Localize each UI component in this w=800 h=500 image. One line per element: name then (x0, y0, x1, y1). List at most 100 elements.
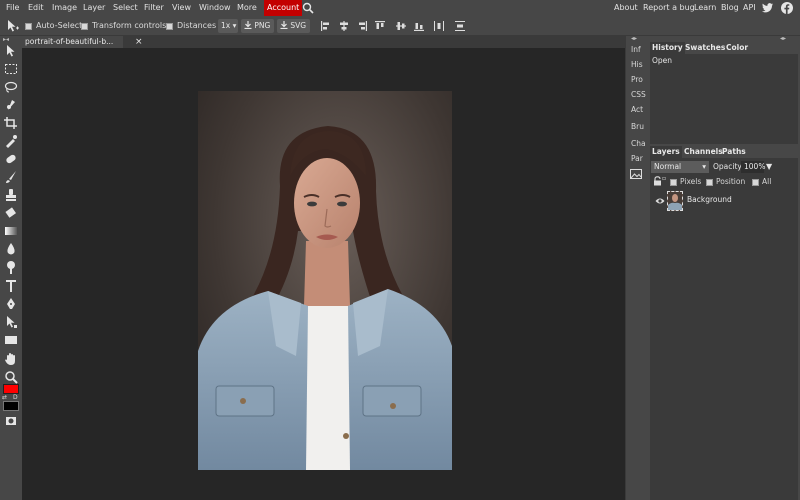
eye-icon[interactable] (655, 197, 665, 205)
link-learn[interactable]: Learn (694, 0, 716, 16)
image-panel-icon[interactable] (630, 169, 642, 179)
expand-arrows-icon[interactable]: ◂▸ (631, 35, 637, 42)
info-panel-button[interactable]: Inf (631, 45, 641, 54)
history-item[interactable]: Open (652, 56, 672, 65)
svg-label: SVG (290, 21, 307, 30)
menu-account[interactable]: Account (264, 0, 303, 16)
menu-edit[interactable]: Edit (28, 0, 44, 16)
layer-row[interactable]: Background (650, 189, 798, 213)
zoom-select[interactable]: 1x ▾ (218, 19, 238, 33)
layers-panel: Normal ▾ Opacity: 100% ▼ ▫ Pixels Positi… (650, 158, 798, 500)
close-tab-icon[interactable]: × (135, 36, 143, 48)
history-panel-button[interactable]: His (631, 60, 643, 69)
align-center-icon[interactable] (339, 21, 349, 33)
tools-panel: ▸◂ ⇄ D (0, 36, 22, 500)
menu-file[interactable]: File (6, 0, 19, 16)
type-tool-icon[interactable] (3, 279, 19, 293)
menu-more[interactable]: More (237, 0, 257, 16)
align-bottom-icon[interactable] (414, 21, 424, 33)
blur-tool-icon[interactable] (3, 242, 19, 256)
link-blog[interactable]: Blog (721, 0, 739, 16)
eraser-tool-icon[interactable] (3, 206, 19, 220)
align-right-icon[interactable] (357, 21, 367, 33)
search-icon[interactable] (302, 2, 314, 14)
align-top-icon[interactable] (375, 21, 385, 33)
opacity-dropdown-icon[interactable]: ▼ (766, 161, 772, 173)
panel-collapse-icon[interactable]: ◂▸ (780, 35, 786, 42)
actions-panel-button[interactable]: Act (631, 105, 643, 114)
tab-layers[interactable]: Layers (650, 146, 682, 158)
default-colors-icon[interactable]: D (13, 394, 18, 401)
blend-mode-value: Normal (654, 162, 682, 171)
move-tool-icon[interactable] (6, 19, 20, 33)
brush-panel-button[interactable]: Bru (631, 122, 644, 131)
lock-position-checkbox[interactable] (706, 178, 713, 187)
export-svg-button[interactable]: SVG (277, 19, 310, 33)
blend-mode-select[interactable]: Normal ▾ (651, 161, 709, 173)
character-panel-button[interactable]: Cha (631, 139, 646, 148)
align-middle-icon[interactable] (396, 21, 406, 33)
dodge-tool-icon[interactable] (3, 260, 19, 274)
link-about[interactable]: About (614, 0, 638, 16)
distances-label: Distances (177, 21, 217, 30)
auto-select-label: Auto-Select (36, 21, 83, 30)
lasso-tool-icon[interactable] (3, 80, 19, 94)
tab-paths[interactable]: Paths (720, 146, 748, 158)
quick-select-tool-icon[interactable] (3, 98, 19, 112)
canvas-area[interactable] (22, 48, 625, 500)
clone-stamp-tool-icon[interactable] (3, 188, 19, 202)
foreground-color-swatch[interactable] (3, 384, 19, 394)
lock-pixels-label: Pixels (680, 177, 702, 186)
lock-all-checkbox[interactable] (752, 178, 759, 187)
tab-history[interactable]: History (650, 42, 685, 54)
auto-select-checkbox[interactable] (25, 22, 32, 31)
menu-window[interactable]: Window (199, 0, 231, 16)
css-panel-button[interactable]: CSS (631, 90, 646, 99)
eyedropper-tool-icon[interactable] (3, 134, 19, 148)
properties-panel-button[interactable]: Pro (631, 75, 643, 84)
pen-tool-icon[interactable] (3, 297, 19, 311)
path-select-tool-icon[interactable] (3, 315, 19, 329)
distribute-vertical-icon[interactable] (455, 21, 465, 33)
menu-filter[interactable]: Filter (144, 0, 164, 16)
move-tool-icon[interactable] (3, 44, 19, 58)
tab-swatches[interactable]: Swatches (683, 42, 727, 54)
menu-layer[interactable]: Layer (83, 0, 105, 16)
paragraph-panel-button[interactable]: Par (631, 154, 643, 163)
tab-channels[interactable]: Channels (682, 146, 725, 158)
distribute-horizontal-icon[interactable] (434, 21, 444, 33)
layer-name: Background (687, 195, 732, 204)
gradient-tool-icon[interactable] (3, 224, 19, 238)
collapse-arrows-icon[interactable]: ▸◂ (3, 36, 9, 43)
chevron-down-icon: ▾ (702, 162, 706, 171)
menu-image[interactable]: Image (52, 0, 77, 16)
zoom-tool-icon[interactable] (3, 370, 19, 384)
crop-tool-icon[interactable] (3, 116, 19, 130)
menu-select[interactable]: Select (113, 0, 138, 16)
options-bar: Auto-Select Transform controls Distances… (0, 16, 800, 36)
menu-view[interactable]: View (172, 0, 191, 16)
tab-color[interactable]: Color (724, 42, 750, 54)
swap-colors-icon[interactable]: ⇄ (2, 394, 7, 401)
lock-pixels-checkbox[interactable] (670, 178, 677, 187)
hand-tool-icon[interactable] (3, 352, 19, 366)
quick-mask-icon[interactable] (3, 414, 19, 428)
brush-tool-icon[interactable] (3, 170, 19, 184)
background-color-swatch[interactable] (3, 401, 19, 411)
marquee-tool-icon[interactable] (3, 62, 19, 76)
canvas-image[interactable] (198, 91, 452, 470)
document-tab[interactable]: portrait-of-beautiful-b... (22, 36, 123, 48)
link-api[interactable]: API (743, 0, 756, 16)
align-left-icon[interactable] (321, 21, 331, 33)
transform-controls-checkbox[interactable] (81, 22, 88, 31)
opacity-input[interactable]: 100% (741, 161, 765, 173)
lock-transparency-icon[interactable]: ▫ (662, 175, 666, 182)
export-png-button[interactable]: PNG (241, 19, 274, 33)
link-report-bug[interactable]: Report a bug (643, 0, 695, 16)
rectangle-tool-icon[interactable] (3, 333, 19, 347)
facebook-icon[interactable] (781, 2, 793, 14)
download-icon (244, 21, 252, 30)
twitter-icon[interactable] (762, 3, 773, 13)
healing-brush-tool-icon[interactable] (3, 152, 19, 166)
distances-checkbox[interactable] (166, 22, 173, 31)
